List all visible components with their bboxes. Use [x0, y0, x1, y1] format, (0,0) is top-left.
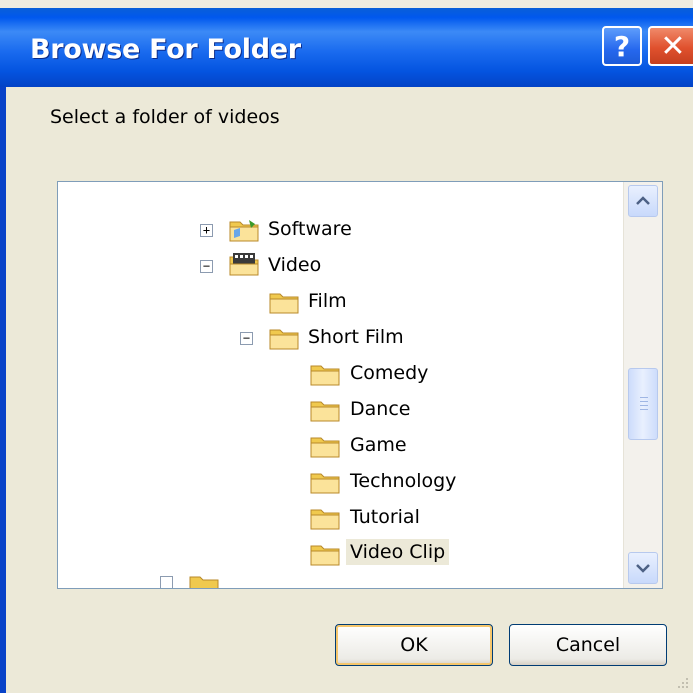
window-frame-left — [0, 87, 6, 693]
scroll-down-button[interactable] — [628, 552, 658, 584]
folder-tree[interactable]: + Software − Video Film − Short Film Com… — [57, 181, 663, 589]
tree-node-dance[interactable]: Dance — [58, 392, 624, 428]
tree-node-video[interactable]: − Video — [58, 248, 624, 284]
scroll-thumb[interactable] — [628, 368, 658, 440]
tree-label-tutorial[interactable]: Tutorial — [346, 504, 424, 530]
resize-grip-icon[interactable] — [675, 675, 689, 689]
tree-node-short-film[interactable]: − Short Film — [58, 320, 624, 356]
expand-toggle[interactable] — [160, 576, 173, 588]
tree-node-software[interactable]: + Software — [58, 212, 624, 248]
folder-icon — [269, 293, 299, 314]
tree-node-tutorial[interactable]: Tutorial — [58, 500, 624, 536]
folder-icon — [269, 329, 299, 350]
tree-node-partial[interactable] — [58, 576, 624, 588]
tree-label-comedy[interactable]: Comedy — [346, 360, 432, 386]
folder-tree-viewport: + Software − Video Film − Short Film Com… — [58, 182, 624, 588]
folder-icon — [310, 365, 340, 386]
grip-line — [640, 409, 648, 410]
tree-label-dance[interactable]: Dance — [346, 396, 414, 422]
window-title: Browse For Folder — [30, 34, 301, 65]
folder-icon — [189, 576, 219, 588]
chevron-down-icon — [636, 564, 650, 573]
shared-folder-icon — [229, 220, 259, 242]
collapse-toggle[interactable]: − — [240, 332, 253, 345]
title-bar[interactable]: Browse For Folder ? ✕ — [0, 8, 693, 87]
close-button[interactable]: ✕ — [648, 26, 693, 66]
tree-label-video-clip[interactable]: Video Clip — [346, 539, 450, 565]
folder-icon — [310, 473, 340, 494]
folder-icon — [310, 509, 340, 530]
vertical-scrollbar[interactable] — [623, 182, 662, 588]
grip-line — [640, 397, 648, 398]
tree-label-game[interactable]: Game — [346, 432, 411, 458]
tree-label-video[interactable]: Video — [264, 252, 325, 278]
tree-node-film[interactable]: Film — [58, 284, 624, 320]
browse-for-folder-dialog: Browse For Folder ? ✕ Select a folder of… — [0, 0, 693, 693]
video-folder-icon — [229, 253, 259, 276]
collapse-toggle[interactable]: − — [200, 260, 213, 273]
folder-icon — [310, 437, 340, 458]
help-button[interactable]: ? — [602, 26, 642, 66]
tree-node-game[interactable]: Game — [58, 428, 624, 464]
ok-button[interactable]: OK — [335, 624, 493, 666]
tree-node-video-clip[interactable]: Video Clip — [58, 536, 624, 572]
tree-label-short-film[interactable]: Short Film — [304, 324, 408, 350]
top-edge — [0, 0, 693, 8]
tree-node-comedy[interactable]: Comedy — [58, 356, 624, 392]
scroll-up-button[interactable] — [628, 185, 658, 217]
grip-line — [640, 405, 648, 406]
instruction-text: Select a folder of videos — [50, 106, 280, 128]
chevron-up-icon — [636, 196, 650, 205]
folder-icon — [310, 401, 340, 422]
cancel-button[interactable]: Cancel — [509, 624, 667, 666]
tree-label-technology[interactable]: Technology — [346, 468, 460, 494]
folder-icon — [310, 545, 340, 566]
expand-toggle[interactable]: + — [200, 224, 213, 237]
grip-line — [640, 401, 648, 402]
tree-label-software[interactable]: Software — [264, 216, 356, 242]
tree-label-film[interactable]: Film — [304, 288, 351, 314]
tree-node-technology[interactable]: Technology — [58, 464, 624, 500]
